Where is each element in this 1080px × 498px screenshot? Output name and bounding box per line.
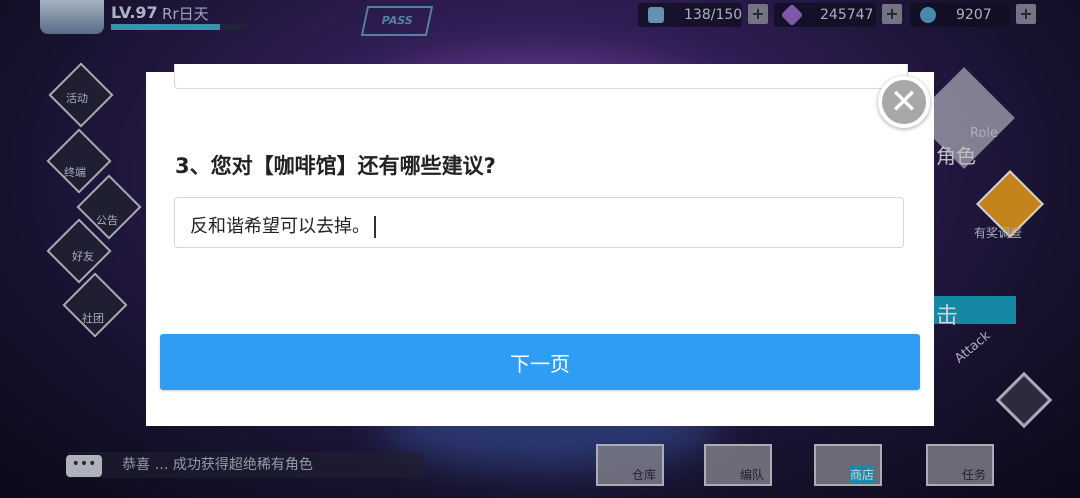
answer-value: 反和谐希望可以去掉。 [190, 216, 370, 237]
question-text: 3、您对【咖啡馆】还有哪些建议? [175, 154, 496, 178]
text-cursor [374, 216, 376, 238]
close-icon[interactable]: ✕ [878, 76, 930, 128]
answer-text: 反和谐希望可以去掉。 [190, 212, 376, 238]
next-page-button[interactable]: 下一页 [160, 334, 920, 390]
answer-input[interactable]: 反和谐希望可以去掉。 [174, 197, 904, 248]
survey-modal: 3、您对【咖啡馆】还有哪些建议? 反和谐希望可以去掉。 下一页 [146, 64, 934, 426]
previous-answer-field[interactable] [174, 64, 908, 89]
